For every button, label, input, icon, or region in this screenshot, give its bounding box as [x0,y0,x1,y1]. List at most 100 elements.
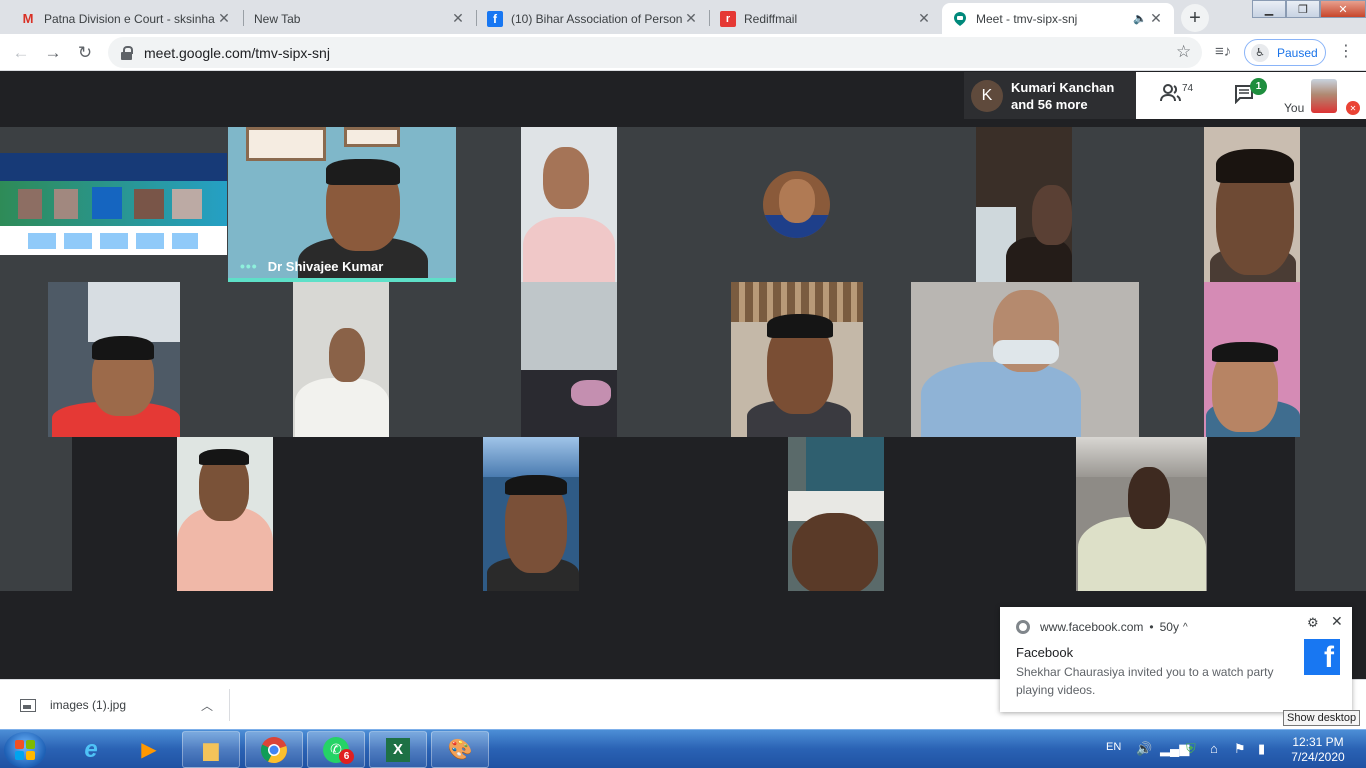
tab-audio-icon[interactable]: 🔈 [1132,12,1148,25]
rediff-icon: r [720,10,736,27]
language-indicator[interactable]: EN [1106,741,1121,753]
close-tab-icon[interactable]: ✕ [216,10,232,27]
video-tile[interactable] [1204,127,1300,282]
video-tile[interactable] [976,127,1072,282]
tab-facebook[interactable]: f (10) Bihar Association of Person ✕ [477,3,709,34]
tab-title: Patna Division e Court - sksinha [44,11,215,26]
tab-new-tab[interactable]: New Tab ✕ [244,3,476,34]
video-tile[interactable] [177,437,273,591]
participant-hair [92,336,154,360]
download-filename: images (1).jpg [50,698,127,712]
video-tile[interactable] [1076,437,1207,591]
participant-face [1128,467,1170,529]
bookmark-star-icon[interactable]: ☆ [1176,42,1191,62]
tab-gmail[interactable]: M Patna Division e Court - sksinha ✕ [10,3,242,34]
chevron-up-icon[interactable]: ^ [1183,622,1188,633]
wall-frame [344,127,400,147]
notification-title: Facebook [1016,645,1074,660]
tab-meet[interactable]: Meet - tmv-sipx-snj 🔈 ✕ [942,3,1174,34]
close-window-button[interactable]: ✕ [1320,0,1366,18]
reload-button[interactable]: ↻ [72,40,98,66]
facebook-logo-icon: f [1304,639,1340,675]
presenter-chip[interactable]: K Kumari Kanchan and 56 more [964,72,1136,119]
mic-muted-icon: ✕ [1346,101,1360,115]
taskbar-whatsapp[interactable]: ✆ 6 [307,731,365,768]
taskbar-explorer[interactable]: ▆ [182,731,240,768]
new-tab-button[interactable]: + [1181,4,1209,32]
video-tile-presentation[interactable] [0,153,227,255]
shared-screen-photo [92,187,122,219]
close-tab-icon[interactable]: ✕ [683,10,699,27]
taskbar-ie[interactable]: e [62,731,120,768]
notification-separator: • [1149,620,1154,634]
participant-avatar[interactable] [763,171,830,238]
action-center-flag-icon[interactable]: ⚑ [1234,741,1246,757]
participant-hair [1216,149,1294,183]
close-tab-icon[interactable]: ✕ [916,10,932,27]
video-tile[interactable] [521,127,617,282]
participant-hair [505,475,567,495]
accessibility-avatar-icon: ♿ [1251,43,1269,62]
presenter-names: Kumari Kanchan and 56 more [1011,79,1114,113]
presenter-avatar: K [971,79,1003,112]
active-speaker-name: Dr Shivajee Kumar [267,258,384,274]
volume-icon[interactable]: 🔊 [1136,741,1152,757]
system-clock[interactable]: 12:31 PM 7/24/2020 [1284,735,1352,765]
taskbar-paint[interactable]: 🎨 [431,731,489,768]
start-button[interactable] [4,732,46,768]
participant-face [792,513,878,591]
security-shield-icon[interactable]: ⛨ [1186,741,1196,757]
chevron-up-icon[interactable]: ︿ [201,697,213,714]
participant-name-label: ••• Dr Shivajee Kumar [240,258,383,274]
tab-strip: M Patna Division e Court - sksinha ✕ New… [0,0,1366,34]
wall-frame [246,127,326,161]
video-tile[interactable] [483,437,579,591]
notification-age: 50y [1159,620,1179,634]
people-icon[interactable] [1160,84,1182,107]
excel-icon: X [386,737,410,762]
maximize-button[interactable]: ❐ [1286,0,1320,18]
address-bar[interactable]: meet.google.com/tmv-sipx-snj [108,37,1202,68]
video-tile[interactable] [521,282,617,437]
gmail-icon: M [22,11,34,26]
facebook-icon: f [487,10,503,27]
download-item[interactable]: images (1).jpg ︿ [14,689,230,721]
close-tab-icon[interactable]: ✕ [1148,10,1164,27]
network-signal-icon[interactable]: ▂▄▆ [1160,741,1189,757]
browser-menu-icon[interactable]: ⋮ [1338,41,1354,61]
participant-face [779,179,815,223]
taskbar-media-player[interactable]: ▶ [120,731,178,768]
tab-rediffmail[interactable]: r Rediffmail ✕ [710,3,942,34]
internet-explorer-icon: e [84,735,98,763]
video-tile[interactable] [1204,282,1300,437]
self-video-thumbnail[interactable] [1311,79,1337,113]
lock-icon[interactable] [120,45,134,60]
participant-body [1006,237,1072,282]
network-icon[interactable]: ⌂ [1210,741,1218,756]
profile-paused-button[interactable]: ♿ Paused [1244,39,1326,66]
taskbar-excel[interactable]: X [369,731,427,768]
back-button[interactable]: ← [8,40,34,66]
video-tile[interactable] [788,437,884,591]
video-tile[interactable] [293,282,389,437]
participant-hair [199,449,249,465]
close-icon[interactable]: ✕ [1331,613,1343,630]
media-player-icon: ▶ [141,739,157,761]
notification-popup[interactable]: www.facebook.com • 50y ^ ⚙ ✕ Facebook Sh… [1000,607,1352,712]
power-icon[interactable]: ▮ [1258,741,1265,757]
taskbar-chrome[interactable] [245,731,303,768]
media-controls-icon[interactable]: ≡♪ [1215,43,1231,60]
video-tile-active-speaker[interactable]: ••• Dr Shivajee Kumar [228,127,456,282]
window-controls: ▁ ❐ ✕ [1252,0,1366,18]
notification-source: www.facebook.com • 50y ^ [1016,620,1188,634]
video-tile[interactable] [911,282,1139,437]
forward-button[interactable]: → [40,40,66,66]
minimize-button[interactable]: ▁ [1252,0,1286,18]
image-file-icon [20,698,36,712]
chat-badge: 1 [1250,78,1267,95]
video-tile[interactable] [731,282,863,437]
close-tab-icon[interactable]: ✕ [450,10,466,27]
shared-screen-header [0,153,227,181]
gear-icon[interactable]: ⚙ [1307,615,1319,631]
video-tile[interactable] [48,282,180,437]
